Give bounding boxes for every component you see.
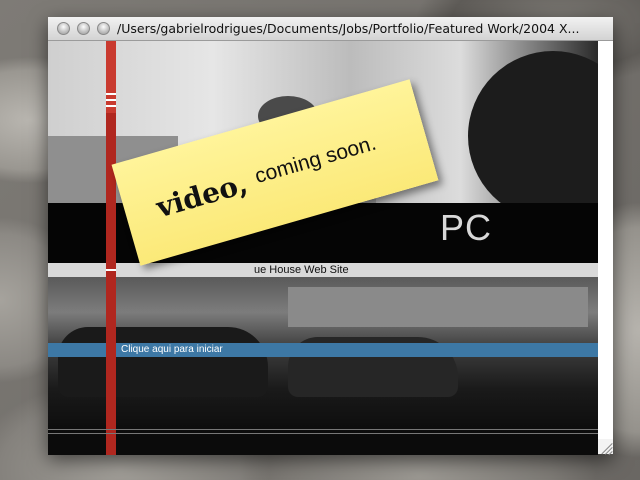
subtitle-bar: ue House Web Site bbox=[48, 263, 598, 277]
building-bottom bbox=[288, 287, 588, 327]
red-strip-tick bbox=[106, 105, 116, 107]
hero-text: PC bbox=[440, 207, 493, 248]
car-left bbox=[58, 327, 268, 397]
red-accent-top bbox=[106, 41, 116, 113]
enter-link-bar[interactable]: Clique aqui para iniciar bbox=[48, 343, 598, 357]
bottom-photo bbox=[48, 277, 598, 437]
footer-line bbox=[48, 429, 598, 430]
footer-line bbox=[48, 433, 598, 434]
window-titlebar[interactable]: /Users/gabrielrodrigues/Documents/Jobs/P… bbox=[48, 17, 613, 41]
subtitle-text: ue House Web Site bbox=[254, 264, 349, 276]
close-button[interactable] bbox=[57, 22, 70, 35]
sticky-word-video: video, bbox=[152, 166, 252, 225]
tree-right bbox=[468, 51, 598, 221]
enter-link[interactable]: Clique aqui para iniciar bbox=[121, 343, 223, 357]
red-strip-tick bbox=[106, 269, 116, 271]
zoom-button[interactable] bbox=[97, 22, 110, 35]
red-strip-tick bbox=[106, 93, 116, 95]
minimize-button[interactable] bbox=[77, 22, 90, 35]
resize-grip-icon[interactable] bbox=[598, 439, 613, 456]
window-title: /Users/gabrielrodrigues/Documents/Jobs/P… bbox=[117, 21, 580, 36]
sticky-word-coming-soon: coming soon. bbox=[252, 131, 379, 189]
red-strip-tick bbox=[106, 99, 116, 101]
